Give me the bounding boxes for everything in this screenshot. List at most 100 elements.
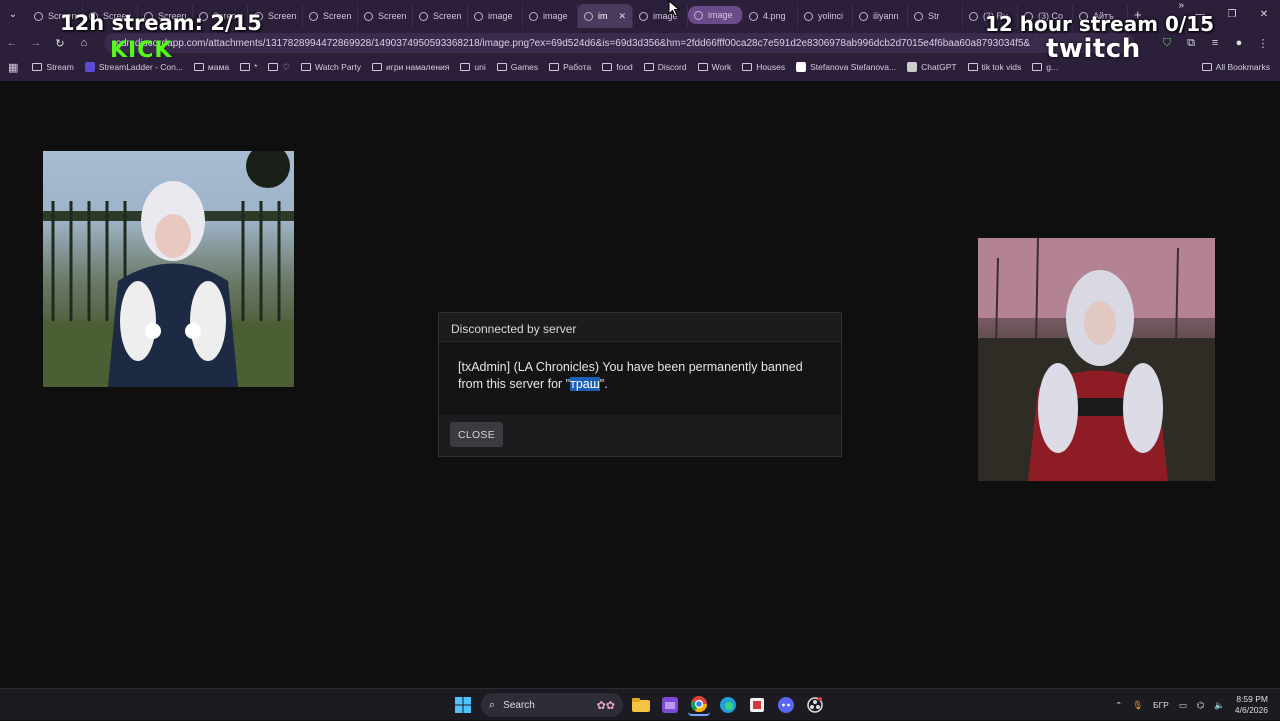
obs-icon[interactable]: [804, 694, 826, 716]
bookmark-label: tik tok vids: [981, 62, 1022, 72]
display-icon[interactable]: ▭: [1179, 700, 1187, 711]
bookmark-item[interactable]: ♡: [268, 62, 290, 73]
bookmark-item[interactable]: Работа: [549, 62, 591, 72]
folder-icon: [240, 63, 251, 71]
tab-favicon-icon: [804, 11, 813, 21]
search-placeholder: Search: [503, 699, 535, 711]
network-icon[interactable]: ⌬: [1197, 700, 1204, 711]
browser-tab[interactable]: image: [523, 4, 578, 28]
tab-favicon-icon: [309, 11, 318, 21]
twitch-logo: twitch: [1046, 34, 1141, 64]
clipchamp-icon[interactable]: [659, 694, 681, 716]
forward-icon[interactable]: →: [24, 31, 48, 55]
tab-favicon-icon: [969, 11, 978, 21]
browser-tab[interactable]: image: [688, 6, 743, 24]
bookmark-item[interactable]: ChatGPT: [907, 62, 957, 72]
tab-label: iliyann: [873, 11, 899, 21]
address-bar[interactable]: cdn.discordapp.com/attachments/131782899…: [104, 33, 1134, 53]
bookmark-label: Watch Party: [315, 62, 361, 72]
volume-icon[interactable]: 🔈: [1214, 700, 1225, 711]
all-bookmarks[interactable]: All Bookmarks: [1201, 57, 1270, 77]
bookmark-item[interactable]: uni: [460, 62, 486, 72]
folder-icon: [742, 63, 753, 71]
bookmark-label: Stream: [46, 62, 74, 72]
clock[interactable]: 8:59 PM 4/6/2026: [1235, 694, 1268, 716]
bookmark-label: StreamLadder - Con...: [98, 62, 183, 72]
apps-icon[interactable]: ▦: [8, 61, 18, 74]
bookmark-label: ChatGPT: [921, 62, 957, 72]
bookmark-label: Stefanova Stefanova...: [810, 62, 897, 72]
tab-search-button[interactable]: ⌄: [4, 5, 22, 23]
bookmark-item[interactable]: food: [602, 62, 633, 72]
url-text: cdn.discordapp.com/attachments/131782899…: [116, 37, 1031, 49]
browser-tab[interactable]: yolinci: [798, 4, 853, 28]
bookmark-item[interactable]: Stefanova Stefanova...: [796, 62, 896, 72]
bookmark-item[interactable]: Watch Party: [301, 62, 361, 72]
close-window-icon[interactable]: ✕: [1248, 0, 1280, 28]
bookmark-item[interactable]: Houses: [742, 62, 785, 72]
menu-icon[interactable]: ⋮: [1254, 33, 1272, 53]
bookmark-item[interactable]: Games: [496, 62, 538, 72]
bookmark-label: мама: [207, 62, 230, 72]
folder-icon: [372, 63, 382, 71]
bookmark-label: Work: [711, 62, 732, 72]
bookmark-item[interactable]: Work: [697, 62, 732, 72]
bookmark-item[interactable]: tik tok vids: [967, 62, 1022, 72]
folder-icon: [193, 63, 204, 71]
search-icon: ⌕: [489, 698, 496, 711]
tab-label: 4.png: [763, 11, 786, 21]
bookmark-label: ♡: [282, 61, 291, 72]
browser-tab[interactable]: Str: [908, 4, 963, 28]
discord-icon[interactable]: [775, 694, 797, 716]
bookmarks-overflow-icon[interactable]: »: [1178, 0, 1184, 11]
site-favicon-icon: [796, 62, 807, 72]
bookmark-label: игри намаления: [386, 62, 450, 72]
shield-icon[interactable]: ⛉: [1158, 33, 1176, 53]
bookmark-item[interactable]: Stream: [32, 62, 74, 72]
folder-icon: [32, 63, 43, 71]
microphone-icon[interactable]: 🎙: [1132, 700, 1143, 711]
browser-tab[interactable]: 4.png: [743, 4, 798, 28]
tab-label: Screen: [323, 11, 352, 21]
tab-label: image: [708, 10, 733, 20]
ban-reason-selected: траш: [570, 377, 600, 391]
folder-icon: [301, 63, 312, 71]
bookmark-item[interactable]: игри намаления: [372, 62, 449, 72]
bookmark-item[interactable]: StreamLadder - Con...: [84, 62, 183, 72]
tray-overflow-icon[interactable]: ⌃: [1115, 700, 1122, 711]
close-button[interactable]: CLOSE: [450, 422, 503, 447]
browser-tab[interactable]: iliyann: [853, 4, 908, 28]
bookmark-label: food: [616, 62, 633, 72]
tab-favicon-icon: [914, 11, 923, 21]
language-indicator[interactable]: БГР: [1153, 700, 1169, 710]
browser-tab[interactable]: Screen: [303, 4, 358, 28]
browser-tab[interactable]: image: [468, 4, 523, 28]
bookmark-item[interactable]: Discord: [643, 62, 687, 72]
tab-label: im: [598, 11, 608, 21]
folder-icon: [496, 63, 507, 71]
maximize-icon[interactable]: ❐: [1216, 0, 1248, 28]
browser-tab[interactable]: Screen: [413, 4, 468, 28]
extensions-icon[interactable]: ⧉: [1182, 33, 1200, 53]
taskbar: ⌕ Search ✿✿ ⌃ 🎙 БГР ▭ ⌬ 🔈 8:59 PM 4/6/20…: [0, 688, 1280, 720]
edge-icon[interactable]: [717, 694, 739, 716]
browser-tab[interactable]: im ✕: [578, 4, 633, 28]
snipping-tool-icon[interactable]: [746, 694, 768, 716]
bookmark-label: Houses: [756, 62, 786, 72]
bookmark-item[interactable]: *: [240, 62, 257, 72]
dialog-body: [txAdmin] (LA Chronicles) You have been …: [439, 342, 841, 415]
avatar[interactable]: ●: [1230, 33, 1248, 53]
taskbar-search[interactable]: ⌕ Search ✿✿: [481, 693, 623, 717]
folder-icon: [697, 63, 708, 71]
media-icon[interactable]: ≡: [1206, 33, 1224, 53]
back-icon[interactable]: ←: [0, 31, 24, 55]
close-tab-icon[interactable]: ✕: [618, 11, 626, 22]
bookmark-item[interactable]: мама: [193, 62, 230, 72]
bookmark-label: Discord: [657, 62, 687, 72]
twitch-stream-counter: 12 hour stream 0/15: [985, 12, 1215, 36]
chrome-icon[interactable]: [688, 694, 710, 716]
file-explorer-icon[interactable]: [630, 694, 652, 716]
browser-tab[interactable]: Screen: [358, 4, 413, 28]
tab-label: Screen: [378, 11, 407, 21]
start-icon[interactable]: [452, 694, 474, 716]
